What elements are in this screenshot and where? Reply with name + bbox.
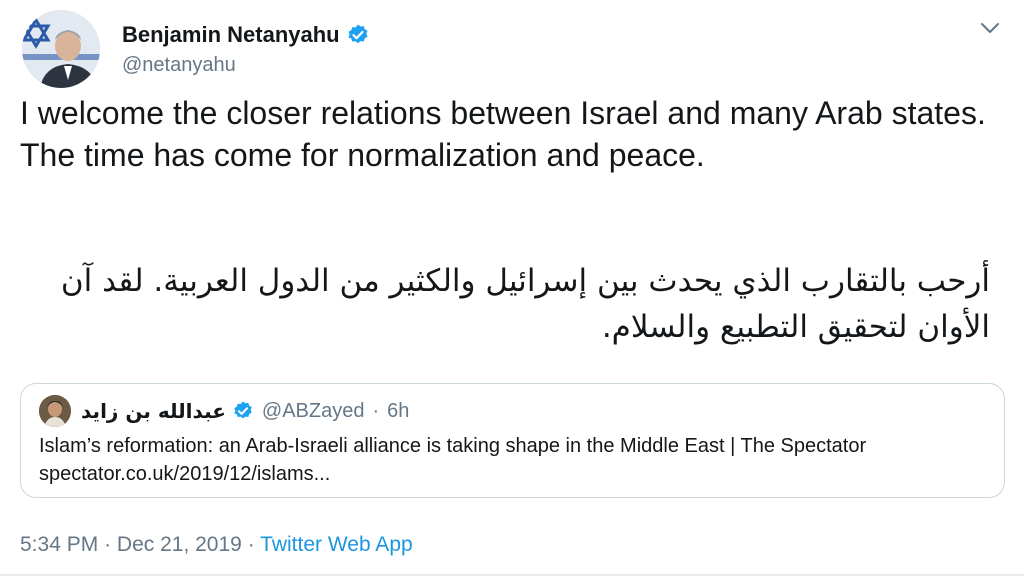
avatar-image — [22, 10, 100, 88]
footer-separator-1: · — [104, 533, 112, 556]
tweet-card: Benjamin Netanyahu @netanyahu I welcome … — [0, 0, 1024, 576]
quoted-separator: · — [372, 399, 380, 422]
author-handle[interactable]: @netanyahu — [122, 54, 370, 77]
quoted-tweet-header: عبدالله بن زايد @ABZayed · 6h — [39, 395, 986, 427]
author-names: Benjamin Netanyahu @netanyahu — [122, 22, 370, 77]
footer-separator-2: · — [247, 533, 255, 556]
chevron-down-icon[interactable] — [978, 16, 1002, 40]
quoted-verified-badge-icon — [234, 401, 252, 419]
tweet-source-link[interactable]: Twitter Web App — [260, 533, 413, 556]
tweet-date[interactable]: Dec 21, 2019 — [117, 533, 242, 556]
display-name-row: Benjamin Netanyahu — [122, 22, 370, 48]
tweet-footer: 5:34 PM · Dec 21, 2019 · Twitter Web App — [20, 533, 413, 557]
author-display-name[interactable]: Benjamin Netanyahu — [122, 22, 340, 48]
tweet-text-english: I welcome the closer relations between I… — [20, 95, 986, 173]
tweet-time[interactable]: 5:34 PM — [20, 533, 98, 556]
tweet-text-arabic: أرحب بالتقارب الذي يحدث بين إسرائيل والك… — [60, 263, 990, 345]
quoted-avatar-image — [39, 395, 71, 427]
quoted-time[interactable]: 6h — [387, 400, 409, 423]
quoted-tweet[interactable]: عبدالله بن زايد @ABZayed · 6h Islam’s re… — [20, 383, 1005, 498]
quoted-author-avatar[interactable] — [39, 395, 71, 427]
tweet-header: Benjamin Netanyahu @netanyahu — [22, 10, 370, 88]
quoted-tweet-text: Islam’s reformation: an Arab-Israeli all… — [39, 435, 867, 485]
quoted-author-handle[interactable]: @ABZayed — [262, 400, 365, 423]
quoted-author-display-name[interactable]: عبدالله بن زايد — [81, 399, 226, 423]
verified-badge-icon — [348, 24, 368, 43]
author-avatar[interactable] — [22, 10, 100, 88]
